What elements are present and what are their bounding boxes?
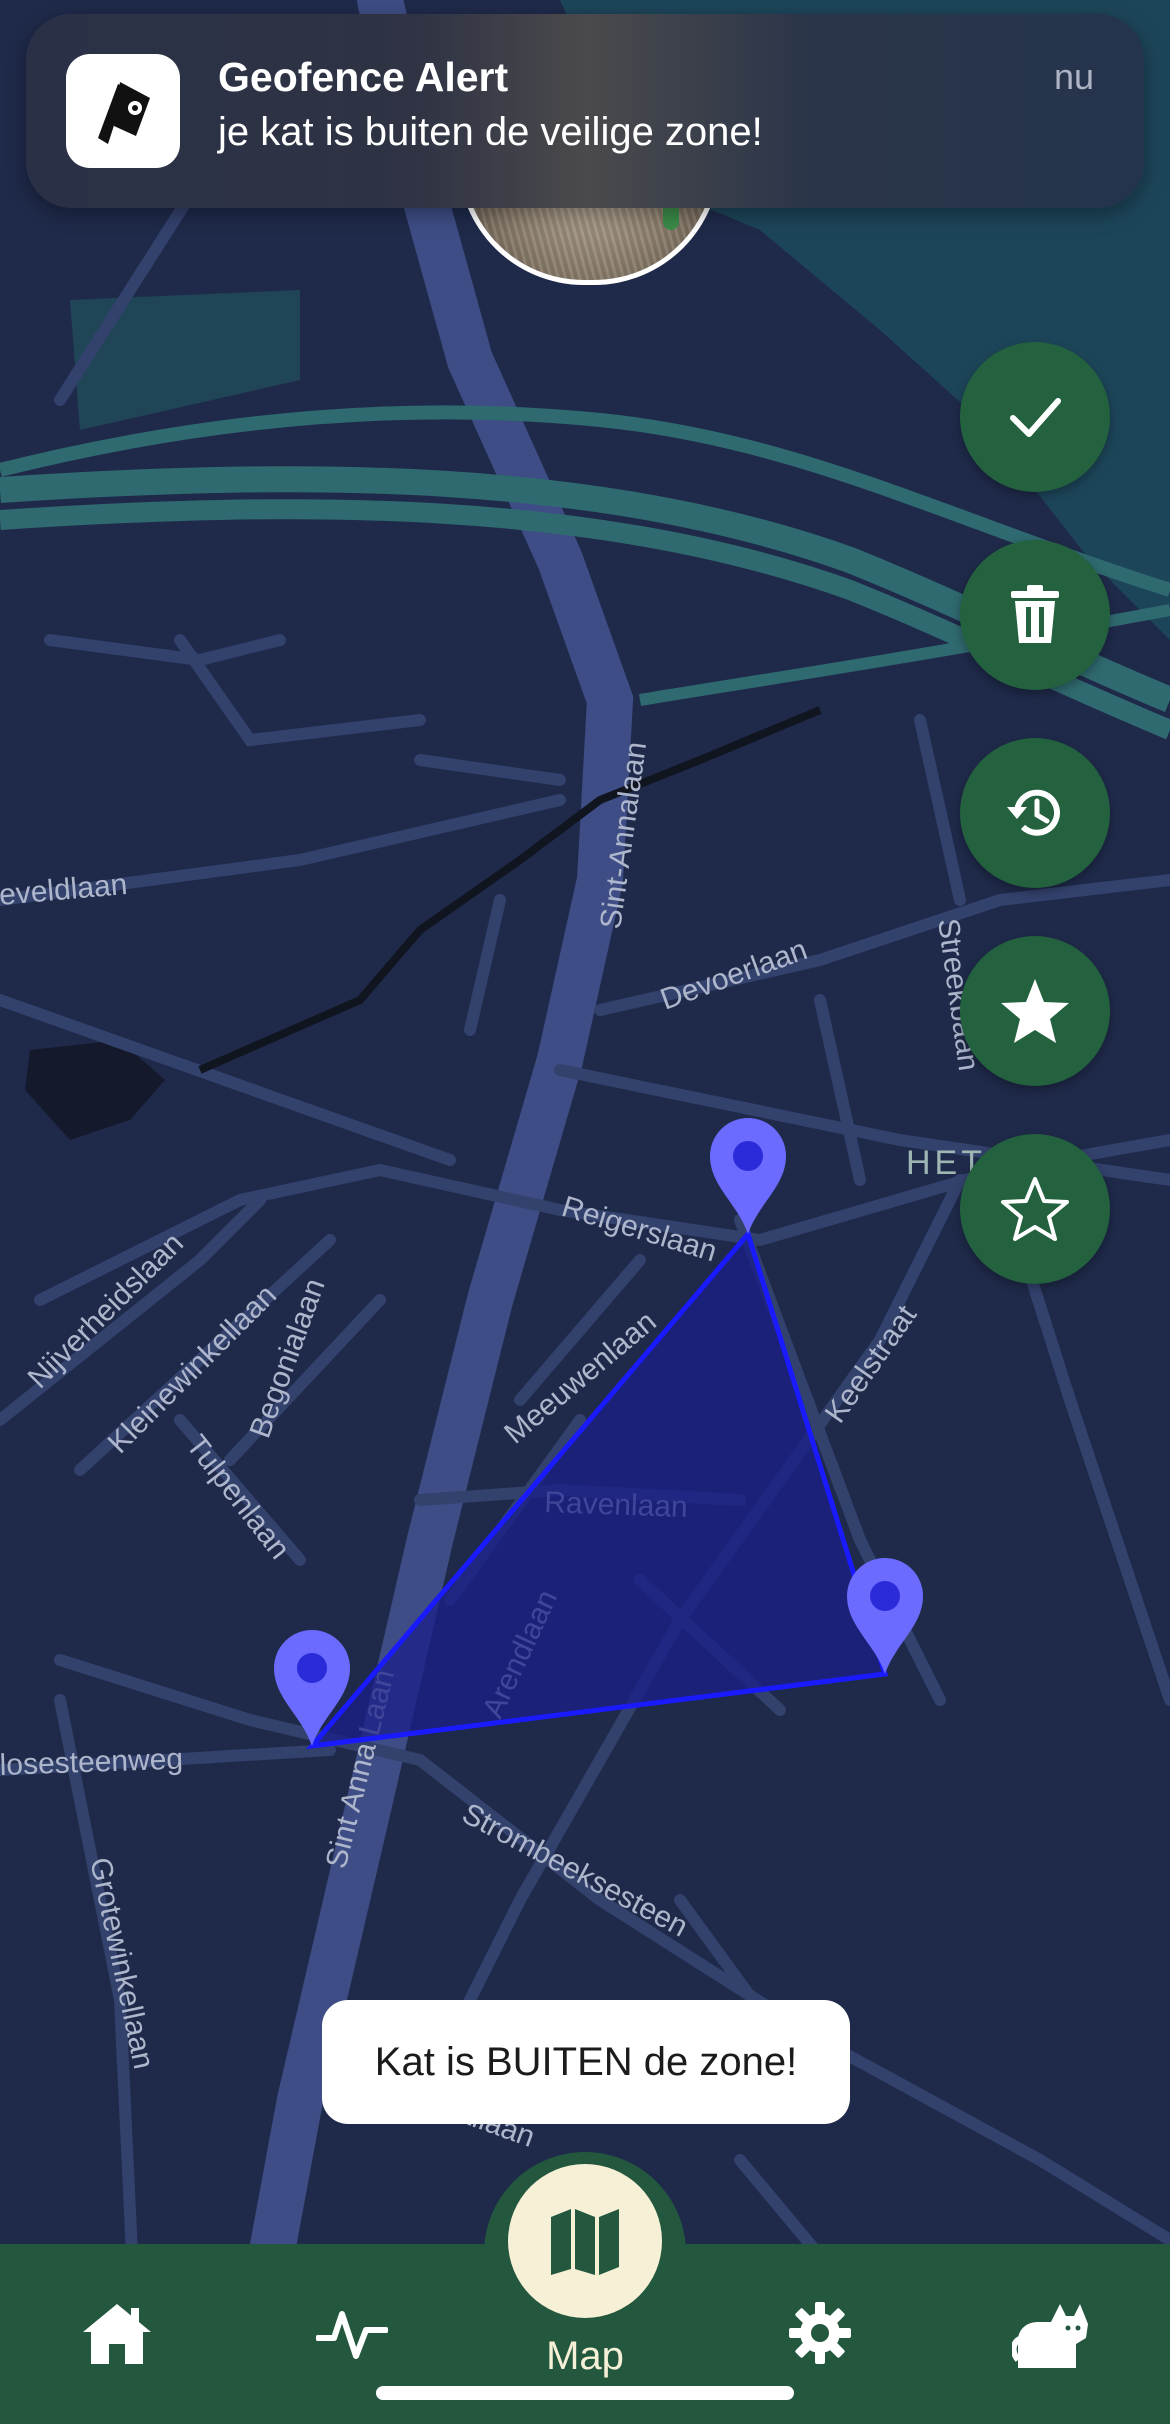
app-icon <box>66 54 180 168</box>
notification-message: je kat is buiten de veilige zone! <box>218 110 763 154</box>
trash-icon <box>1011 585 1059 643</box>
home-indicator[interactable] <box>376 2386 794 2400</box>
notification-time: nu <box>1053 56 1094 97</box>
confirm-button[interactable] <box>960 342 1110 492</box>
map-icon <box>551 2209 619 2275</box>
history-icon <box>1007 789 1060 836</box>
zone-status-toast: Kat is BUITEN de zone! <box>322 2000 850 2124</box>
settings-gear-icon <box>789 2302 851 2364</box>
nav-map-label: Map <box>546 2334 624 2378</box>
nav-settings[interactable] <box>786 2300 854 2366</box>
toast-text: Kat is BUITEN de zone! <box>374 2039 798 2084</box>
street-label: Strombeeksesteen <box>457 1797 693 1944</box>
nav-map[interactable] <box>508 2164 662 2318</box>
geofence-notification[interactable]: Geofence Alert je kat is buiten de veili… <box>26 14 1144 208</box>
favorite-filled-button[interactable] <box>960 936 1110 1086</box>
star-filled-icon <box>1001 979 1069 1043</box>
check-icon <box>1010 398 1061 437</box>
favorite-outline-button[interactable] <box>960 1134 1110 1284</box>
street-label: eveldlaan <box>0 868 129 912</box>
geofence-marker-top[interactable] <box>710 1118 786 1234</box>
street-label: Devoerlaan <box>656 933 811 1016</box>
street-label: Grotewinkellaan <box>83 1855 160 2072</box>
nav-activity[interactable] <box>316 2300 388 2364</box>
cat-icon <box>1012 2304 1088 2368</box>
star-outline-icon <box>1001 1177 1069 1241</box>
nav-cat[interactable] <box>1012 2300 1092 2370</box>
street-label: Keelstraat <box>819 1299 924 1429</box>
history-button[interactable] <box>960 738 1110 888</box>
delete-button[interactable] <box>960 540 1110 690</box>
home-icon <box>83 2304 151 2364</box>
street-label: losesteenweg <box>0 1743 184 1782</box>
notification-title: Geofence Alert <box>218 54 509 100</box>
nav-home[interactable] <box>80 2300 154 2366</box>
activity-icon <box>316 2311 388 2359</box>
street-label: Nijverheidslaan <box>22 1227 190 1395</box>
